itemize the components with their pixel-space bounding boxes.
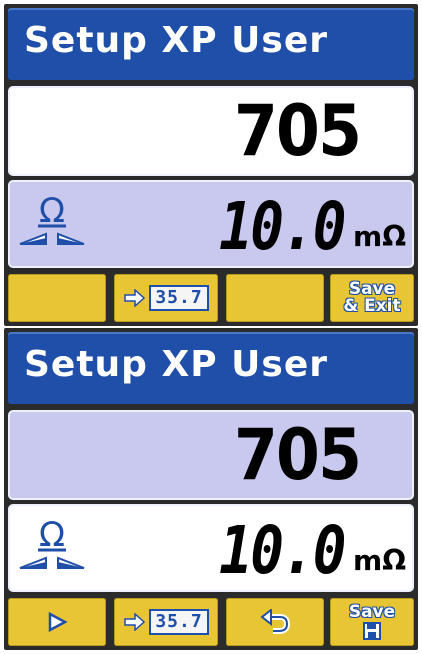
- save-label: Save: [348, 601, 396, 622]
- measurement-panel: Ω 10.0 mΩ: [8, 180, 414, 268]
- value-panel[interactable]: 705: [8, 86, 414, 176]
- save-exit-button[interactable]: Save & Exit: [330, 274, 414, 322]
- measurement-value: 10.0: [219, 188, 346, 265]
- exit-label: & Exit: [343, 296, 401, 316]
- right-arrow-icon: [124, 613, 146, 631]
- measurement-panel: Ω 10.0 mΩ: [8, 504, 414, 592]
- value-panel[interactable]: 705: [8, 410, 414, 500]
- floppy-disk-icon: [362, 621, 381, 640]
- save-button[interactable]: Save: [330, 598, 414, 646]
- measurement-unit: mΩ: [353, 220, 406, 253]
- page-title: Setup XP User: [24, 344, 328, 385]
- softkey-bar: 35.7 Save & Exit: [4, 274, 418, 326]
- screen-setup-bottom: Setup XP User 705 Ω 10.0 mΩ 35.7 Save: [4, 328, 418, 650]
- screen-setup-top: Setup XP User 705 Ω 10.0 mΩ 35.7 Save & …: [4, 4, 418, 326]
- softkey-2-recall[interactable]: 35.7: [114, 598, 218, 646]
- user-value: 705: [233, 90, 362, 172]
- softkey-1-blank[interactable]: [8, 274, 106, 322]
- undo-icon: [260, 609, 290, 634]
- stored-value-chip: 35.7: [149, 285, 209, 311]
- user-value: 705: [233, 414, 362, 496]
- stored-value-chip: 35.7: [149, 609, 209, 635]
- measurement-value: 10.0: [219, 512, 346, 589]
- measurement-unit: mΩ: [353, 544, 406, 577]
- right-arrow-icon: [124, 289, 146, 307]
- title-bar: Setup XP User: [8, 8, 414, 80]
- resistance-probe-icon: Ω: [19, 515, 85, 569]
- softkey-3-blank[interactable]: [226, 274, 324, 322]
- softkey-2-recall[interactable]: 35.7: [114, 274, 218, 322]
- title-bar: Setup XP User: [8, 332, 414, 404]
- undo-button[interactable]: [226, 598, 324, 646]
- next-button[interactable]: [8, 598, 106, 646]
- softkey-bar: 35.7 Save: [4, 598, 418, 650]
- resistance-probe-icon: Ω: [19, 191, 85, 245]
- play-icon: [48, 611, 68, 633]
- page-title: Setup XP User: [24, 20, 328, 61]
